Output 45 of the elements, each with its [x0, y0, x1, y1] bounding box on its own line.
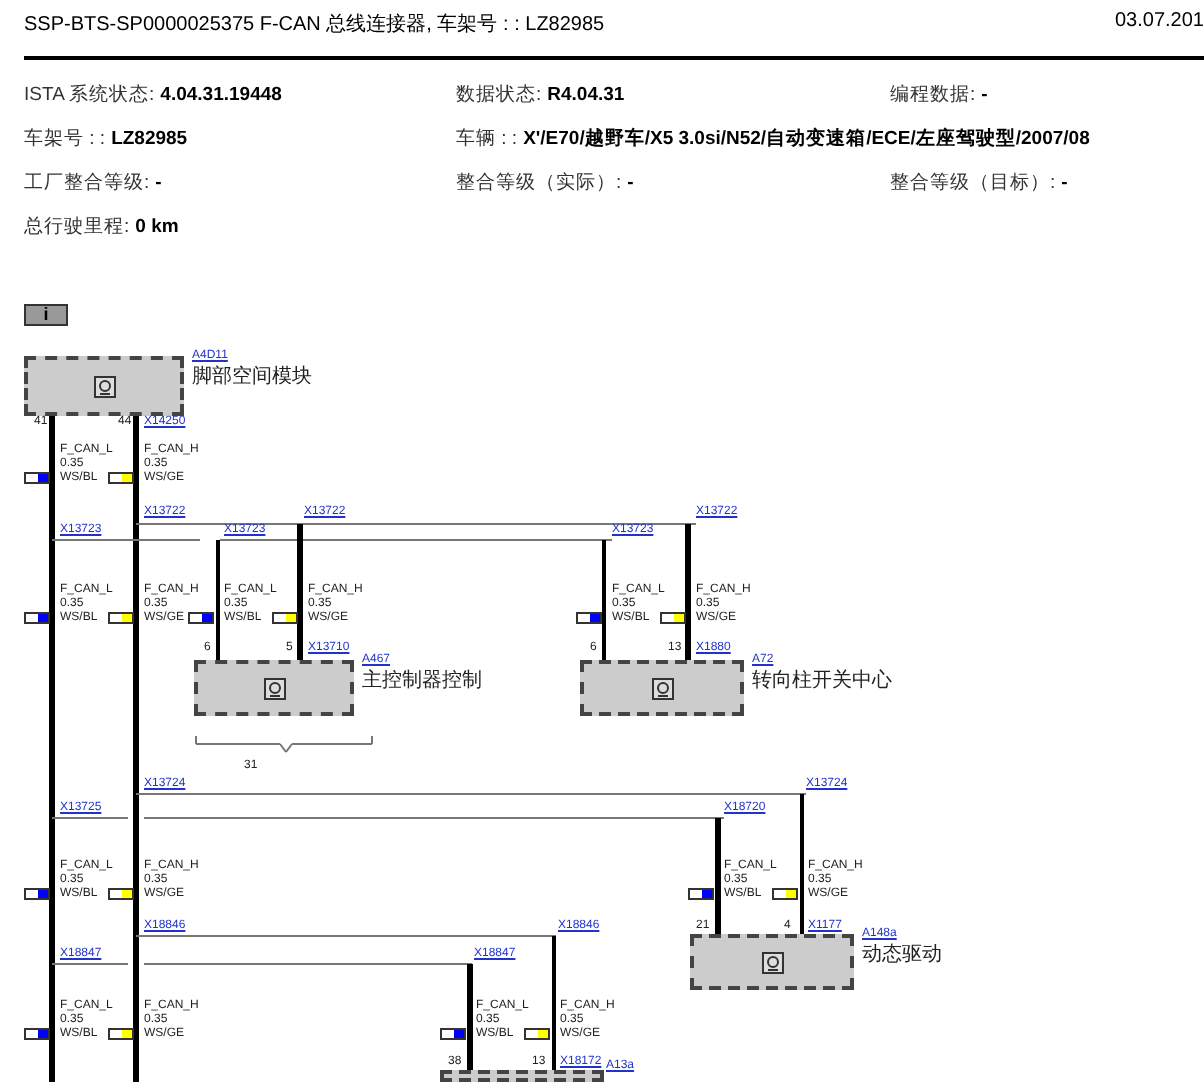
module-description: 脚部空间模块 [192, 366, 312, 388]
module-description: 动态驱动 [862, 944, 942, 966]
page-title: SSP-BTS-SP0000025375 F-CAN 总线连接器, 车架号 : : LZ82985 [24, 11, 605, 38]
info-button[interactable]: i [24, 304, 68, 326]
field-value: - [155, 171, 162, 193]
field-label: 整合等级（目标）: [890, 171, 1056, 193]
field-label: 总行驶里程: [24, 215, 130, 237]
field-label: 编程数据: [890, 83, 976, 105]
wire-color-swatch [24, 888, 50, 900]
module-icon [651, 677, 673, 699]
field-value: LZ82985 [111, 127, 188, 149]
wire-color-swatch [660, 612, 686, 624]
wire-color-swatch [272, 612, 298, 624]
wire-color-swatch [108, 1028, 134, 1040]
wire-color-swatch [688, 888, 714, 900]
field-label: 车架号 : : [24, 127, 106, 149]
field-value: - [627, 171, 634, 193]
field-value: - [981, 83, 988, 105]
module-icon [263, 677, 285, 699]
wire-color-swatch [24, 472, 50, 484]
field-value: R4.04.31 [547, 83, 625, 105]
field-label: ISTA 系统状态: [24, 83, 155, 105]
date-text: 03.07.201 [1115, 10, 1204, 36]
wire-color-swatch [524, 1028, 550, 1040]
module-description: 转向柱开关中心 [752, 670, 892, 692]
module-icon [761, 951, 783, 973]
wire-color-swatch [772, 888, 798, 900]
field-label: 数据状态: [456, 83, 542, 105]
wire-color-swatch [576, 612, 602, 624]
wire-color-swatch [108, 612, 134, 624]
wire-color-swatch [24, 612, 50, 624]
wire-color-swatch [188, 612, 214, 624]
field-label: 车辆 : : [456, 127, 518, 149]
field-value: 0 km [135, 215, 179, 237]
field-label: 整合等级（实际）: [456, 171, 622, 193]
wire-color-swatch [108, 472, 134, 484]
field-value: X'/E70/越野车/X5 3.0si/N52/自动变速箱/ECE/左座驾驶型/2007/08 [523, 127, 1090, 149]
module-icon [93, 375, 115, 397]
wire-color-swatch [440, 1028, 466, 1040]
field-value: - [1061, 171, 1068, 193]
wire-color-swatch [24, 1028, 50, 1040]
field-label: 工厂整合等级: [24, 171, 150, 193]
field-value: 4.04.31.19448 [160, 83, 282, 105]
wire-color-swatch [108, 888, 134, 900]
module-description: 主控制器控制 [362, 670, 482, 692]
